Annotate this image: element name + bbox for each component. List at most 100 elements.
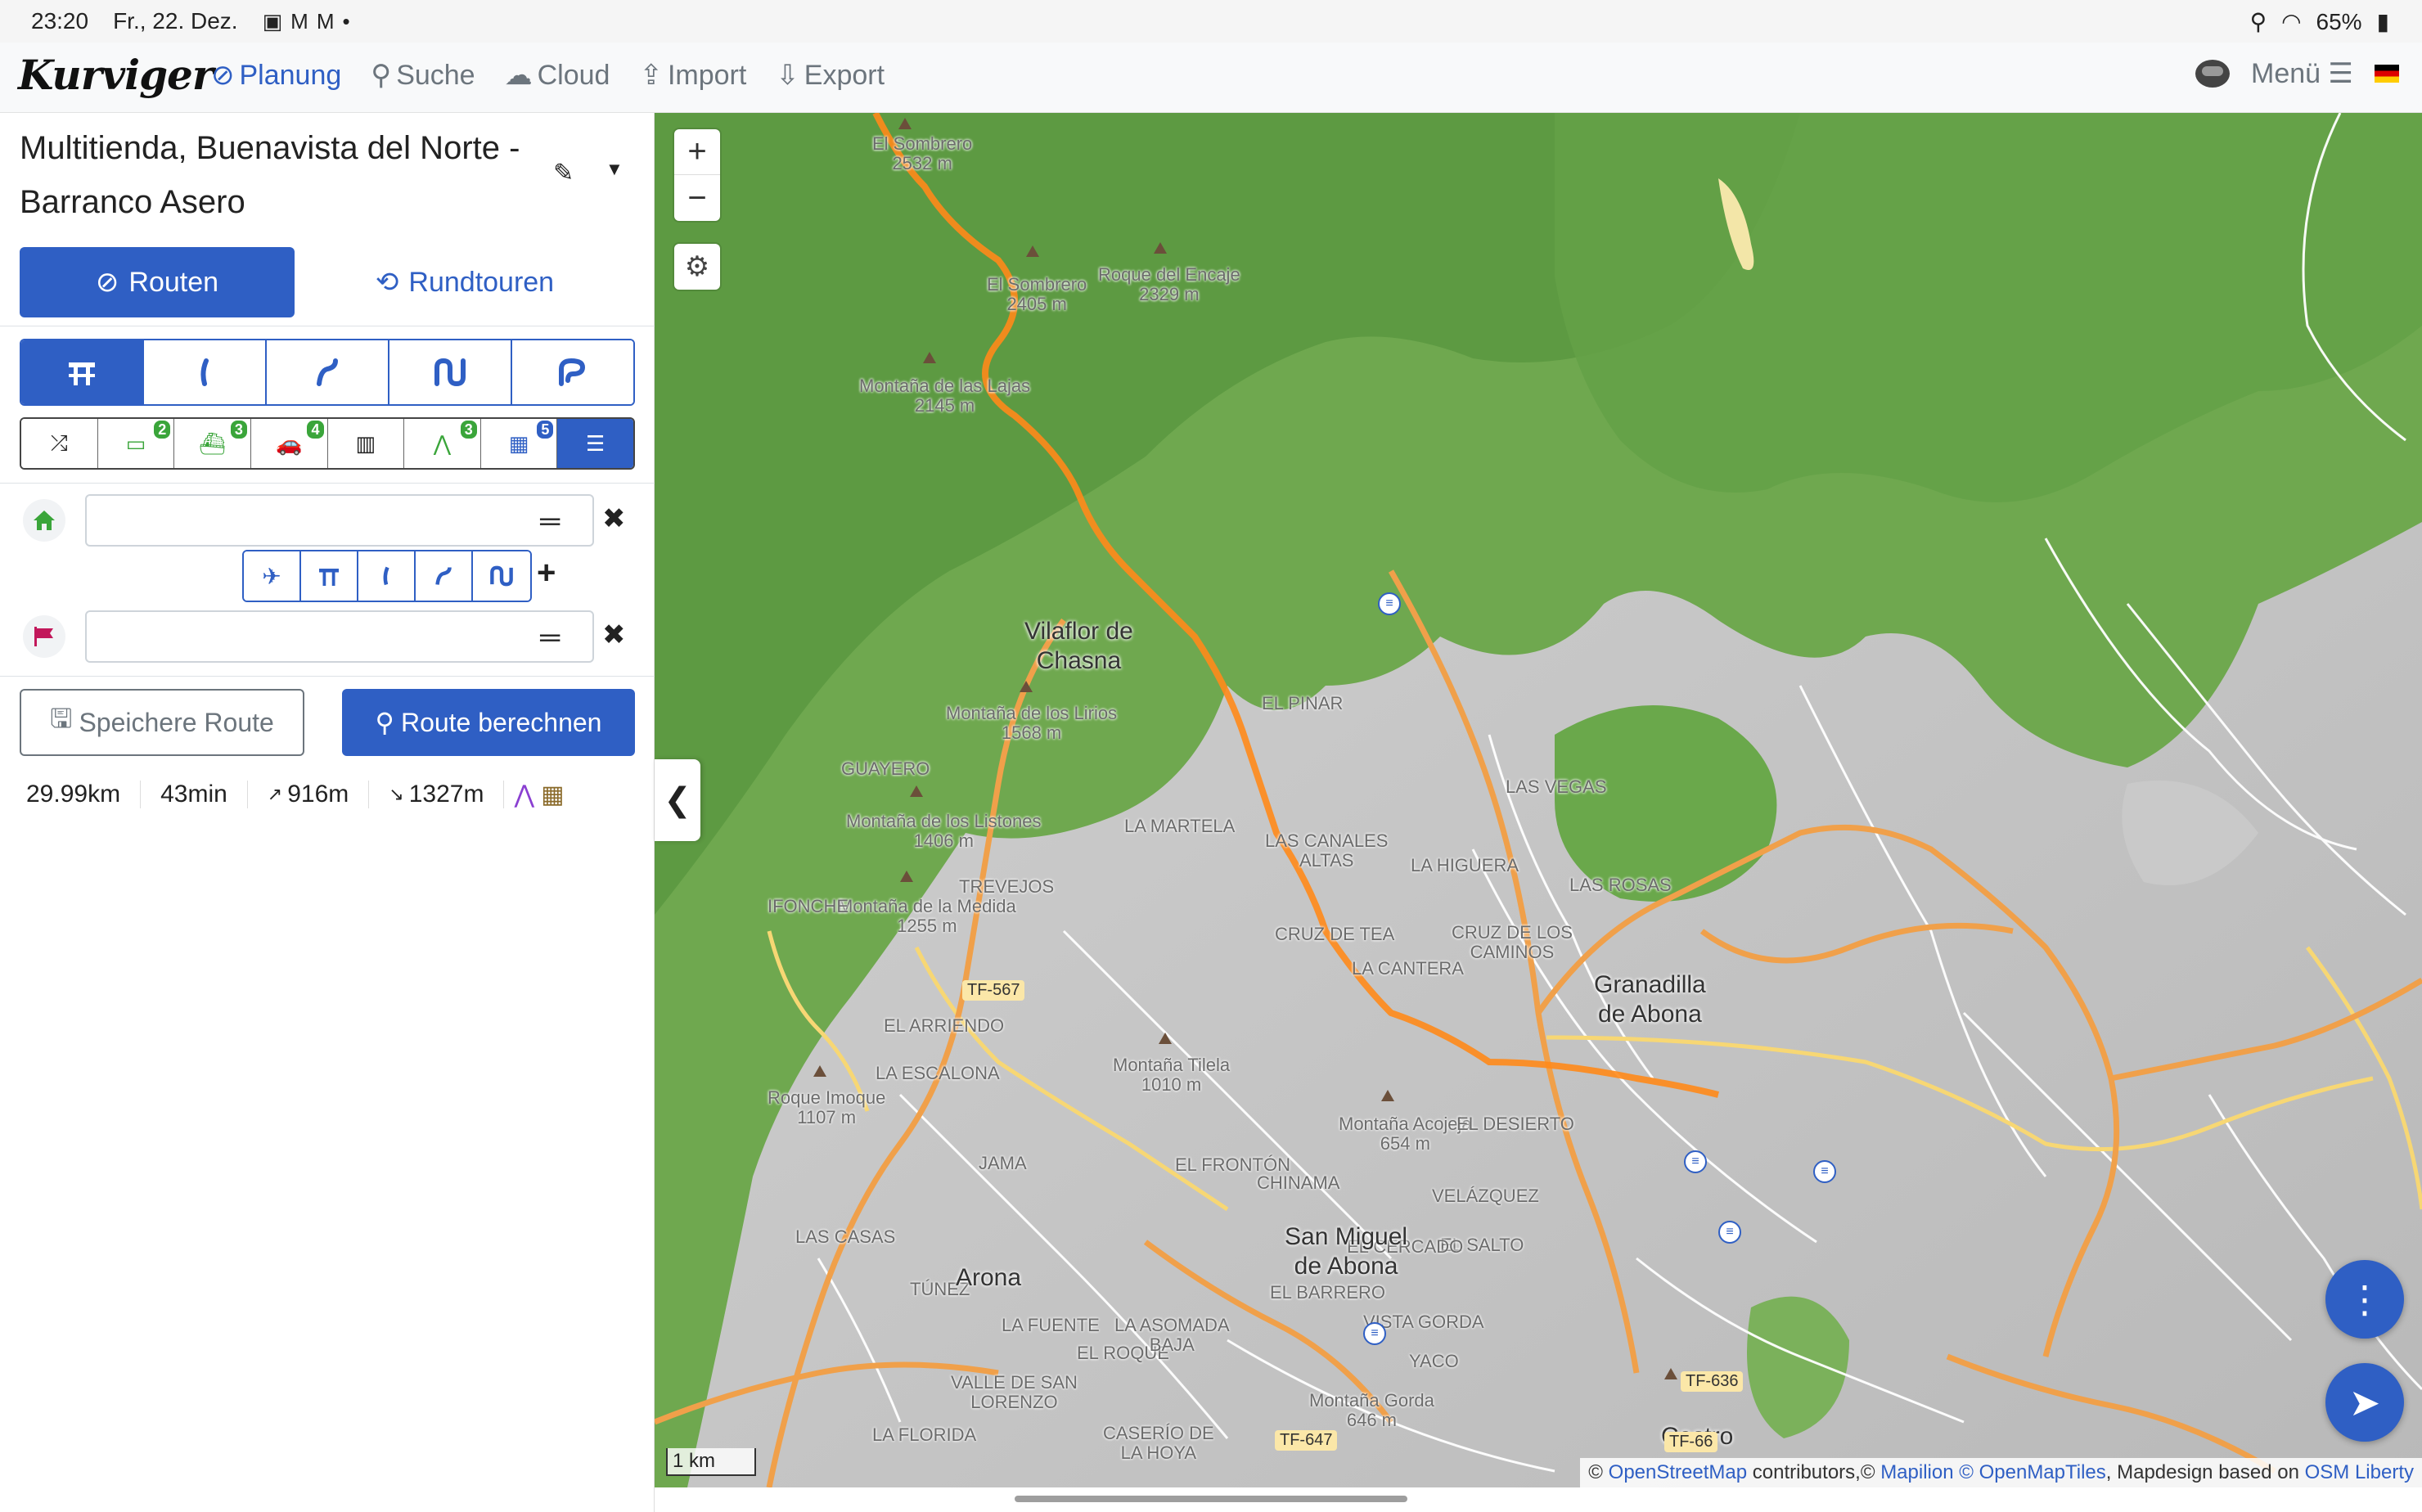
kurviger-logo[interactable]: Kurviger [18,51,214,99]
place-label: CRUZ DE TEA [1275,924,1395,944]
peak-icon [813,1065,826,1077]
place-label: Montaña de las Lajas 2145 m [859,376,1031,416]
route-title: Multitienda, Buenavista del Norte - Barr… [20,130,520,220]
place-label: El Sombrero 2532 m [872,133,973,173]
town-label: Arona [956,1264,1022,1291]
menu-button[interactable]: Menü ☰ [2251,57,2353,90]
nav-cloud[interactable]: ☁ Cloud [505,59,610,92]
option-region[interactable]: ▦ 5 [480,419,558,468]
motorcycle-icon[interactable] [2195,60,2230,88]
stat-descent: ↘ 1327m [369,781,505,808]
cloud-icon: ☁ [504,60,533,91]
road-curvy-button[interactable] [144,340,267,404]
nav-planning[interactable]: ⊘ Planung [211,59,341,92]
dot-icon: • [342,8,350,34]
place-label: CHINAMA [1257,1172,1340,1193]
remove-waypoint-icon[interactable]: ✖ [602,619,626,651]
add-waypoint-icon[interactable]: + [537,555,556,592]
gmail-icon: M [316,8,335,34]
option-settings[interactable]: ☰ [557,419,633,468]
zoom-in-button[interactable]: + [674,129,720,175]
start-input[interactable] [85,494,594,547]
region-warning-icon[interactable]: ▦ [541,781,564,809]
openmaptiles-link[interactable]: © OpenMapTiles [1959,1461,2106,1483]
town-label: San Miguel de Abona [1285,1223,1408,1280]
poi-icon[interactable]: ≡ [1378,592,1401,615]
route-warnings: ⋀ ▦ [514,781,564,809]
narrow-badge: 3 [460,421,477,439]
tab-routes[interactable]: ⊘ Routen [20,247,295,317]
road-type-selector [20,339,635,406]
drag-handle-icon[interactable]: ═ [540,506,560,538]
nav-export-label: Export [804,59,885,91]
save-route-button[interactable]: 🖫 Speichere Route [20,689,304,756]
road-label: TF-567 [962,980,1025,1001]
option-ferry[interactable]: ⛴ 3 [174,419,251,468]
place-label: LA CANTERA [1352,958,1464,979]
option-car[interactable]: 🚗 4 [250,419,328,468]
nav-import[interactable]: ⇪ Import [639,59,746,92]
curviest-icon [434,358,466,387]
poi-icon[interactable]: ≡ [1718,1221,1741,1244]
navigate-button[interactable]: ➤ [2325,1363,2404,1442]
waypoint-start: ═ ✖ [20,494,642,547]
remove-waypoint-icon[interactable]: ✖ [602,502,626,535]
home-indicator[interactable] [1015,1496,1407,1502]
option-toll[interactable]: ▭ 2 [97,419,175,468]
poi-icon[interactable]: ≡ [1813,1160,1836,1183]
drag-handle-icon[interactable]: ═ [540,622,560,654]
chevron-left-icon: ❮ [664,782,691,818]
place-label: Montaña de la Medida 1255 m [838,896,1016,936]
road-fastest-button[interactable] [21,340,144,404]
caret-down-icon[interactable]: ▼ [606,159,624,180]
peak-icon [1026,245,1039,257]
german-flag-icon[interactable] [2375,65,2399,83]
home-icon [23,499,65,542]
end-input[interactable] [85,610,594,663]
place-label: LA FLORIDA [872,1424,977,1445]
map-view[interactable]: El Sombrero 2532 m El Sombrero 2405 m Ro… [655,113,2422,1487]
nav-export[interactable]: ⇩ Export [776,59,885,92]
calculate-route-button[interactable]: ⚲ Route berechnen [342,689,635,756]
upload-icon: ⇪ [639,60,663,91]
road-curviest-button[interactable] [389,340,512,404]
pencil-icon[interactable]: ✎ [553,159,574,187]
compass-icon: ⊘ [95,267,119,298]
place-label: Roque del Encaje 2329 m [1098,264,1240,304]
collapse-sidebar-button[interactable]: ❮ [655,759,700,841]
via-curvier-button[interactable] [416,551,473,601]
option-shuffle[interactable]: ⤮ [21,419,98,468]
poi-icon[interactable]: ≡ [1363,1322,1386,1345]
via-curviest-button[interactable] [473,551,530,601]
osm-liberty-link[interactable]: OSM Liberty [2305,1461,2414,1483]
calculate-route-label: Route berechnen [400,707,602,737]
place-label: Montaña Tilela 1010 m [1113,1055,1231,1095]
place-label: IFONCHE [768,896,849,916]
map-settings-button[interactable]: ⚙ [674,244,720,290]
option-unpaved[interactable]: ▥ [327,419,405,468]
nav-search[interactable]: ⚲ Suche [371,59,475,92]
mapilion-link[interactable]: Mapilion [1880,1461,1953,1483]
tab-roundtrips-label: Rundtouren [408,266,555,298]
curvy-icon [200,358,209,386]
place-label: Roque Imoque 1107 m [768,1087,886,1127]
peak-icon [1020,681,1033,692]
divider [0,483,655,484]
option-narrow[interactable]: ⋀ 3 [404,419,481,468]
zoom-out-button[interactable]: − [674,175,720,221]
more-options-button[interactable]: ⋮ [2325,1260,2404,1339]
road-extreme-button[interactable] [512,340,633,404]
via-curvy-button[interactable] [358,551,416,601]
via-plane-button[interactable]: ✈ [244,551,301,601]
narrow-road-warning-icon[interactable]: ⋀ [514,781,534,809]
compass-icon: ⊘ [211,60,235,91]
road-curvier-button[interactable] [267,340,389,404]
tab-roundtrips[interactable]: ⟲ Rundtouren [295,247,635,317]
via-fastest-button[interactable] [301,551,358,601]
ferry-badge: 3 [230,421,247,439]
osm-link[interactable]: OpenStreetMap [1609,1461,1747,1483]
peak-icon [910,785,923,797]
poi-icon[interactable]: ≡ [1684,1150,1707,1173]
nav-cloud-label: Cloud [537,59,610,91]
save-route-label: Speichere Route [79,707,274,737]
